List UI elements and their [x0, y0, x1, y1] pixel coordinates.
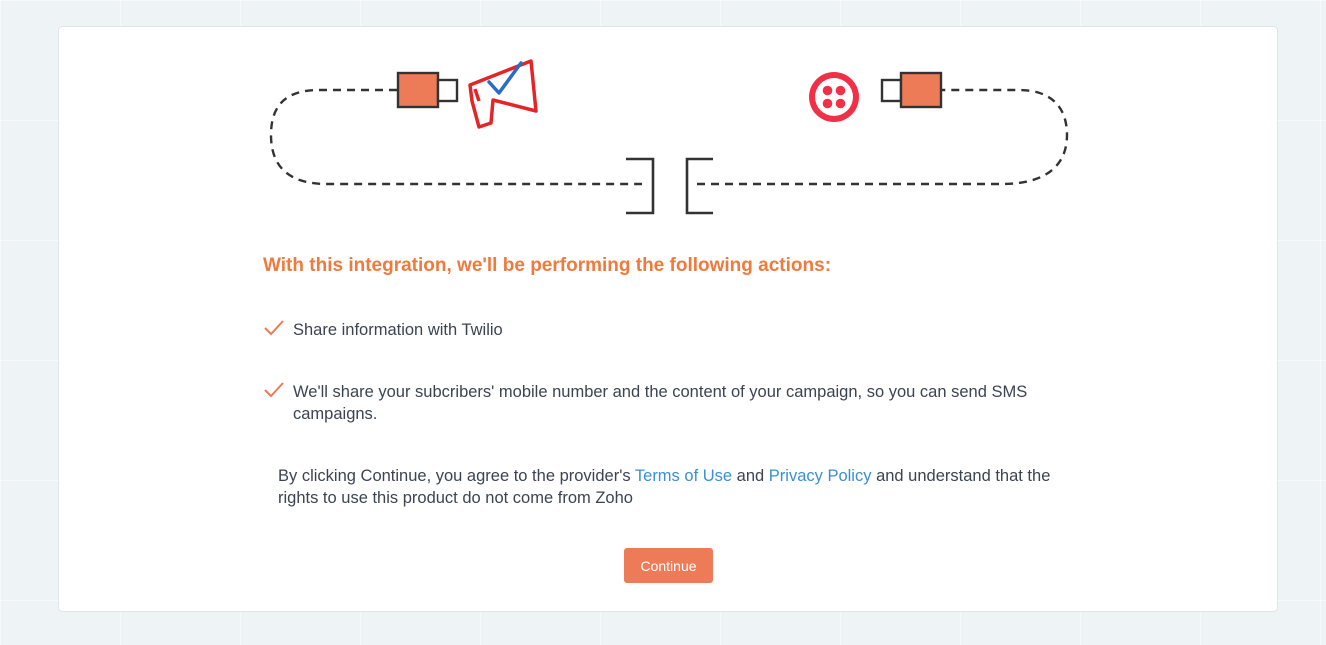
left-plug-tip [436, 78, 459, 103]
zoho-campaigns-megaphone-icon [468, 59, 538, 129]
right-cable [697, 88, 1069, 186]
left-socket-bracket [626, 157, 655, 215]
check-icon [264, 320, 284, 336]
action-item: Share information with Twilio [263, 319, 1083, 341]
consent-middle: and [732, 467, 769, 485]
twilio-logo-icon [809, 72, 859, 122]
continue-button[interactable]: Continue [624, 548, 713, 583]
action-item: We'll share your subcribers' mobile numb… [263, 381, 1083, 425]
action-text: We'll share your subcribers' mobile numb… [293, 383, 1028, 423]
terms-of-use-link[interactable]: Terms of Use [635, 467, 732, 485]
consent-text: By clicking Continue, you agree to the p… [278, 465, 1088, 509]
integration-heading: With this integration, we'll be performi… [263, 255, 832, 276]
consent-prefix: By clicking Continue, you agree to the p… [278, 467, 635, 485]
right-plug [899, 71, 943, 109]
right-socket-bracket [685, 157, 713, 215]
left-plug [396, 71, 440, 109]
action-text: Share information with Twilio [293, 321, 503, 339]
left-cable [269, 88, 642, 186]
check-icon [264, 382, 284, 398]
integration-illustration [269, 59, 1069, 215]
privacy-policy-link[interactable]: Privacy Policy [769, 467, 872, 485]
integration-card: With this integration, we'll be performi… [58, 26, 1278, 612]
right-plug-tip [880, 78, 903, 103]
